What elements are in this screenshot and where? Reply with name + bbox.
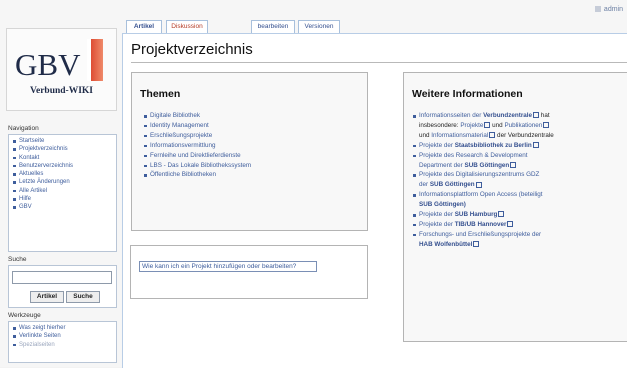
user-menu[interactable]: admin bbox=[594, 6, 623, 13]
sub-hamburg-link[interactable]: SUB Hamburg bbox=[455, 211, 498, 218]
publikationen-link[interactable]: Publikationen bbox=[504, 122, 542, 129]
themen-item-erschliessungsprojekte[interactable]: Erschließungsprojekte bbox=[143, 131, 251, 141]
weitere-item-verbundzentrale: Informationsseiten der Verbundzentrale h… bbox=[413, 111, 554, 121]
verbundzentrale-link[interactable]: Verbundzentrale bbox=[483, 112, 532, 119]
tools-item-special-pages[interactable]: Spezialseiten bbox=[13, 341, 116, 349]
external-link-icon bbox=[498, 211, 505, 218]
user-icon bbox=[594, 6, 601, 13]
external-link-icon bbox=[543, 122, 550, 129]
external-link-icon bbox=[473, 241, 480, 248]
themen-item-lbs[interactable]: LBS - Das Lokale Bibliothekssystem bbox=[143, 161, 251, 171]
themen-item-digitale-bibliothek[interactable]: Digitale Bibliothek bbox=[143, 111, 251, 121]
nav-item-gbv[interactable]: GBV bbox=[13, 203, 116, 211]
search-button[interactable]: Suche bbox=[66, 291, 100, 303]
navigation-list: Startseite Projektverzeichnis Kontakt Be… bbox=[9, 135, 116, 214]
add-project-link[interactable]: Wie kann ich ein Projekt hinzufügen oder… bbox=[139, 261, 317, 272]
weitere-item-tib-ub[interactable]: Projekte der TIB/UB Hannover bbox=[413, 220, 554, 230]
browser-page: admin Artikel Diskussion bearbeiten Vers… bbox=[0, 0, 627, 368]
site-logo[interactable]: GBV Verbund-WIKI bbox=[6, 28, 117, 111]
nav-item-aktuelles[interactable]: Aktuelles bbox=[13, 170, 116, 178]
weitere-item-hab-cont[interactable]: HAB Wolfenbüttel bbox=[419, 240, 554, 250]
themen-item-oeffentliche-bibliotheken[interactable]: Öffentliche Bibliotheken bbox=[143, 170, 251, 180]
staatsbibliothek-link[interactable]: Staatsbibliothek zu Berlin bbox=[455, 142, 532, 149]
tab-history[interactable]: Versionen bbox=[298, 20, 340, 33]
nav-item-hilfe[interactable]: Hilfe bbox=[13, 195, 116, 203]
logo-subtitle: Verbund-WIKI bbox=[29, 86, 93, 96]
tools-item-related-changes[interactable]: Verlinkte Seiten bbox=[13, 332, 116, 340]
tools-item-what-links-here[interactable]: Was zeigt hierher bbox=[13, 324, 116, 332]
themen-item-informationsvermittlung[interactable]: Informationsvermittlung bbox=[143, 141, 251, 151]
tools-list: Was zeigt hierher Verlinkte Seiten Spezi… bbox=[9, 322, 116, 351]
weitere-item-rd[interactable]: Projekte des Research & Development bbox=[413, 151, 554, 161]
weitere-item-open-access-cont[interactable]: SUB Göttingen) bbox=[419, 200, 554, 210]
weitere-item-sub-hamburg[interactable]: Projekte der SUB Hamburg bbox=[413, 210, 554, 220]
nav-item-projektverzeichnis[interactable]: Projektverzeichnis bbox=[13, 145, 116, 153]
tools-portlet: Was zeigt hierher Verlinkte Seiten Spezi… bbox=[8, 321, 117, 363]
tib-ub-link[interactable]: TIB/UB Hannover bbox=[455, 221, 507, 228]
navigation-title: Navigation bbox=[8, 125, 39, 132]
sub-goettingen-link[interactable]: SUB Göttingen bbox=[465, 162, 510, 169]
projekte-link[interactable]: Projekte bbox=[460, 122, 483, 129]
hab-link[interactable]: HAB Wolfenbüttel bbox=[419, 241, 472, 248]
external-link-icon bbox=[475, 181, 482, 188]
search-input[interactable] bbox=[12, 271, 112, 284]
nav-item-alle-artikel[interactable]: Alle Artikel bbox=[13, 187, 116, 195]
tab-edit[interactable]: bearbeiten bbox=[251, 20, 295, 33]
weitere-item-gdz[interactable]: Projekte des Digitalisierungszentrums GD… bbox=[413, 170, 554, 180]
themen-list: Digitale Bibliothek Identity Management … bbox=[143, 111, 251, 180]
weitere-item-open-access[interactable]: Informationsplattform Open Access (betei… bbox=[413, 190, 554, 200]
weitere-item-insbesondere: insbesondere: Projekte und Publikationen bbox=[419, 121, 554, 131]
themen-item-identity-management[interactable]: Identity Management bbox=[143, 121, 251, 131]
search-title: Suche bbox=[8, 256, 27, 263]
tab-discussion[interactable]: Diskussion bbox=[166, 20, 208, 33]
external-link-icon bbox=[510, 161, 517, 168]
weitere-heading: Weitere Informationen bbox=[412, 88, 523, 100]
username[interactable]: admin bbox=[604, 6, 623, 13]
logo-mark-icon bbox=[87, 39, 103, 81]
weitere-item-gdz-cont[interactable]: der SUB Göttingen bbox=[419, 180, 554, 190]
external-link-icon bbox=[507, 221, 514, 228]
external-link-icon bbox=[532, 142, 539, 149]
nav-item-kontakt[interactable]: Kontakt bbox=[13, 154, 116, 162]
weitere-item-hab[interactable]: Forschungs- und Erschließungsprojekte de… bbox=[413, 230, 554, 240]
themen-item-fernleihe[interactable]: Fernleihe und Direktlieferdienste bbox=[143, 151, 251, 161]
article-button[interactable]: Artikel bbox=[30, 291, 64, 303]
weitere-item-informationsmaterial: und Informationsmaterial der Verbundzent… bbox=[419, 131, 554, 139]
nav-item-startseite[interactable]: Startseite bbox=[13, 137, 116, 145]
tools-title: Werkzeuge bbox=[8, 312, 41, 319]
title-divider bbox=[131, 62, 627, 63]
page-title: Projektverzeichnis bbox=[131, 41, 253, 58]
navigation-portlet: Startseite Projektverzeichnis Kontakt Be… bbox=[8, 134, 117, 252]
weitere-item-staatsbibliothek[interactable]: Projekte der Staatsbibliothek zu Berlin bbox=[413, 141, 554, 151]
themen-heading: Themen bbox=[140, 88, 181, 100]
weitere-list: Informationsseiten der Verbundzentrale h… bbox=[413, 111, 554, 250]
tab-article[interactable]: Artikel bbox=[126, 20, 162, 33]
add-project-box: Wie kann ich ein Projekt hinzufügen oder… bbox=[130, 245, 368, 299]
logo-text: GBV bbox=[15, 47, 81, 82]
nav-item-benutzerverzeichnis[interactable]: Benutzerverzeichnis bbox=[13, 162, 116, 170]
informationsmaterial-link[interactable]: Informationsmaterial bbox=[431, 132, 488, 139]
nav-item-letzte-aenderungen[interactable]: Letzte Änderungen bbox=[13, 178, 116, 186]
weitere-item-rd-cont[interactable]: Department der SUB Göttingen bbox=[419, 161, 554, 171]
sub-goettingen-gdz-link[interactable]: SUB Göttingen bbox=[430, 181, 475, 188]
